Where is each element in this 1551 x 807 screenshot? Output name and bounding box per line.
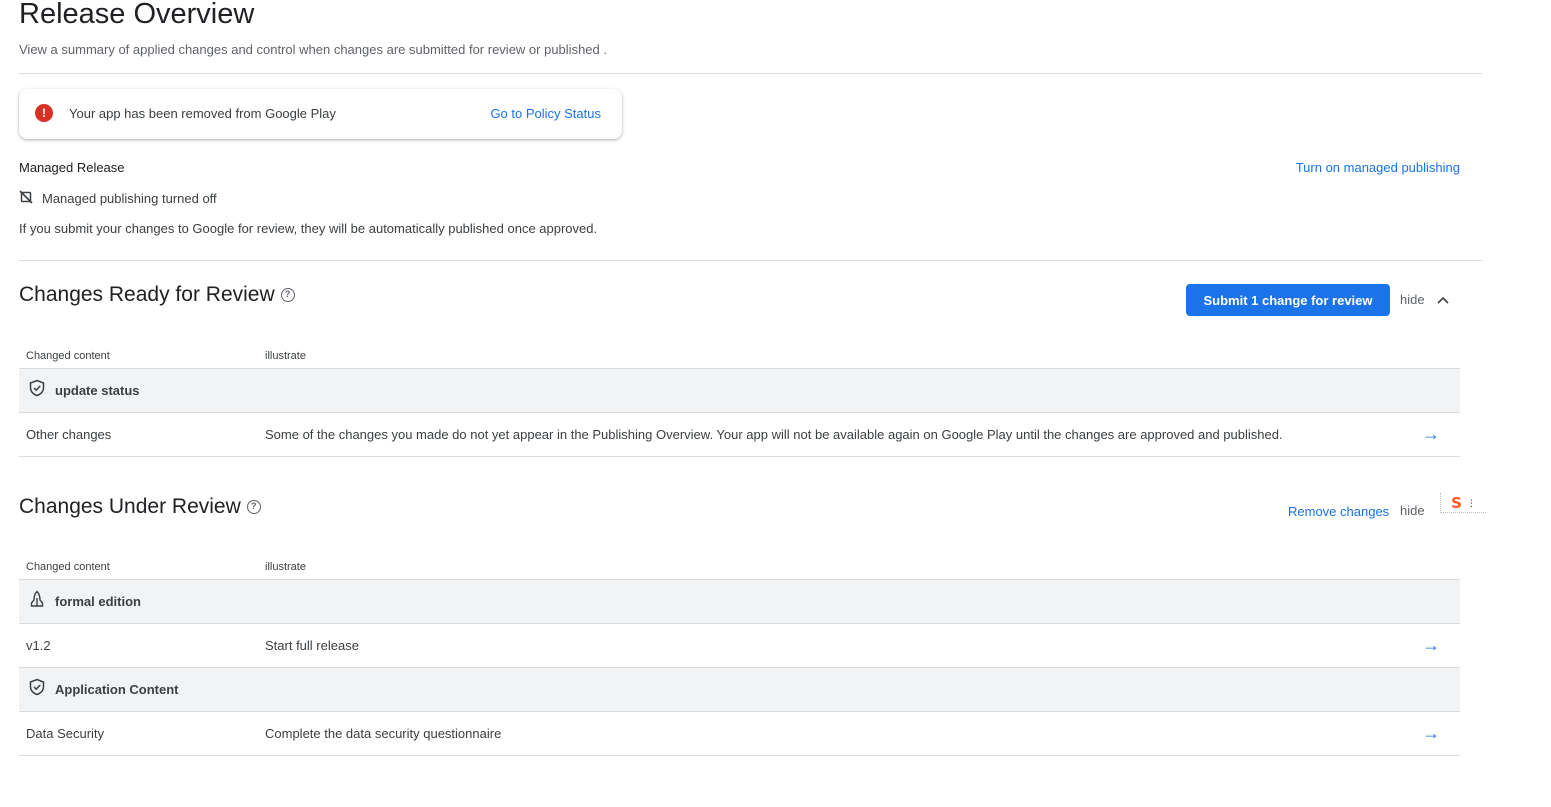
shield-check-icon — [28, 379, 46, 402]
page-subtitle: View a summary of applied changes and co… — [19, 42, 607, 57]
managed-release-heading: Managed Release — [19, 160, 125, 175]
remove-changes-link[interactable]: Remove changes — [1288, 504, 1389, 519]
table-header: Changed content illustrate — [19, 548, 1460, 580]
table-row[interactable]: Data Security Complete the data security… — [19, 712, 1460, 756]
group-row-update-status: update status — [19, 369, 1460, 413]
arrow-right-icon[interactable]: → — [1422, 724, 1440, 742]
managed-status-text: Managed publishing turned off — [42, 191, 217, 206]
group-label: formal edition — [55, 594, 141, 609]
review-hide-toggle[interactable]: hide — [1400, 503, 1425, 518]
rocket-icon — [28, 590, 46, 613]
chevron-up-icon — [1437, 292, 1449, 307]
error-icon: ! — [35, 104, 53, 122]
help-icon[interactable]: ? — [246, 500, 261, 514]
column-header-illustrate: illustrate — [265, 350, 306, 362]
hide-label: hide — [1400, 503, 1425, 518]
more-vert-icon: ⋮ — [1466, 497, 1476, 508]
page-title: Release Overview — [19, 0, 255, 30]
review-changes-table: Changed content illustrate formal editio… — [19, 548, 1460, 756]
column-header-changed-content: Changed content — [26, 561, 110, 573]
column-header-changed-content: Changed content — [26, 350, 110, 362]
alert-message: Your app has been removed from Google Pl… — [69, 106, 336, 121]
ready-changes-table: Changed content illustrate update status… — [19, 337, 1460, 457]
arrow-right-icon[interactable]: → — [1422, 425, 1440, 443]
removed-alert-card: ! Your app has been removed from Google … — [19, 89, 622, 139]
help-icon[interactable]: ? — [280, 288, 295, 302]
changed-content-cell: v1.2 — [26, 638, 51, 653]
table-row[interactable]: v1.2 Start full release → — [19, 624, 1460, 668]
changed-content-cell: Data Security — [26, 726, 105, 741]
changed-content-cell: Other changes — [26, 427, 112, 442]
group-row-formal-edition: formal edition — [19, 580, 1460, 624]
arrow-right-icon[interactable]: → — [1422, 636, 1440, 654]
table-header: Changed content illustrate — [19, 337, 1460, 369]
browser-extension-icon[interactable]: S ⋮ — [1440, 493, 1486, 513]
ready-hide-toggle[interactable]: hide — [1400, 292, 1449, 307]
column-header-illustrate: illustrate — [265, 561, 306, 573]
sync-disabled-icon — [19, 190, 33, 207]
table-row[interactable]: Other changes Some of the changes you ma… — [19, 413, 1460, 457]
managed-status: Managed publishing turned off — [19, 190, 217, 207]
shield-check-icon — [28, 678, 46, 701]
illustrate-cell: Some of the changes you made do not yet … — [265, 427, 1283, 442]
managed-description: If you submit your changes to Google for… — [19, 221, 598, 236]
header-divider — [19, 73, 1482, 74]
hide-label: hide — [1400, 292, 1425, 307]
managed-divider — [19, 260, 1482, 261]
ready-section-title: Changes Ready for Review ? — [19, 283, 295, 307]
group-label: update status — [55, 383, 140, 398]
go-to-policy-status-link[interactable]: Go to Policy Status — [490, 106, 601, 121]
turn-on-managed-publishing-link[interactable]: Turn on managed publishing — [1296, 160, 1460, 175]
review-section-title: Changes Under Review ? — [19, 495, 261, 519]
ready-section-title-text: Changes Ready for Review — [19, 283, 275, 306]
review-section-title-text: Changes Under Review — [19, 495, 241, 518]
group-label: Application Content — [55, 682, 179, 697]
illustrate-cell: Start full release — [265, 638, 359, 653]
group-row-application-content: Application Content — [19, 668, 1460, 712]
illustrate-cell: Complete the data security questionnaire — [265, 726, 502, 741]
submit-for-review-button[interactable]: Submit 1 change for review — [1186, 284, 1390, 316]
extension-s-icon: S — [1451, 493, 1462, 512]
